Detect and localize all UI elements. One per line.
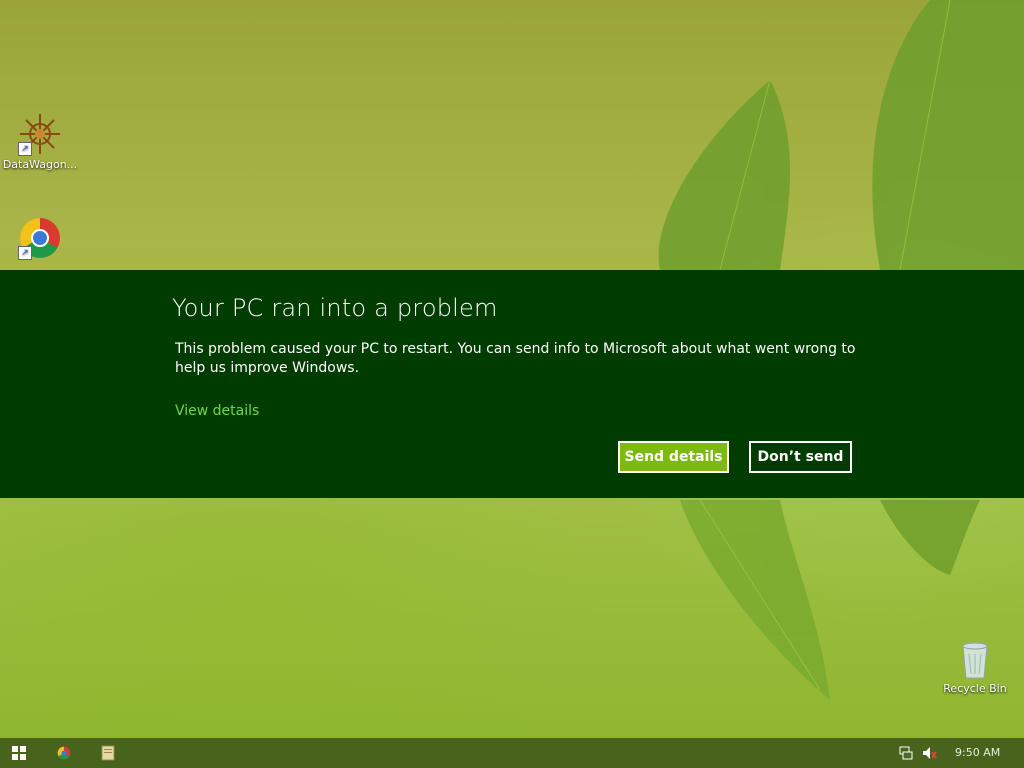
- taskbar-chrome[interactable]: [46, 738, 82, 768]
- desktop-icon-recycle-bin[interactable]: Recycle Bin: [935, 636, 1015, 695]
- view-details-link[interactable]: View details: [175, 403, 259, 419]
- desktop-icon-label: DataWagon...: [2, 158, 78, 171]
- shortcut-arrow-icon: ↗: [18, 142, 32, 156]
- file-explorer-icon: [101, 745, 115, 761]
- dont-send-button[interactable]: Don’t send: [749, 441, 852, 473]
- taskbar: 9:50 AM: [0, 738, 1024, 768]
- error-report-dialog: Your PC ran into a problem This problem …: [0, 270, 1024, 498]
- desktop-icon-datawagon[interactable]: ↗ DataWagon...: [0, 112, 80, 171]
- desktop-icon-chrome[interactable]: ↗: [0, 216, 80, 262]
- dialog-message: This problem caused your PC to restart. …: [175, 341, 856, 376]
- tray-network[interactable]: [896, 738, 916, 768]
- datawagon-icon: ↗: [18, 112, 62, 156]
- shortcut-arrow-icon: ↗: [18, 246, 32, 260]
- taskbar-file-explorer[interactable]: [90, 738, 126, 768]
- taskbar-clock[interactable]: 9:50 AM: [955, 738, 1000, 768]
- chrome-icon: [57, 746, 71, 760]
- start-icon: [12, 746, 26, 760]
- network-icon: [899, 746, 913, 760]
- chrome-icon: ↗: [18, 216, 62, 260]
- start-button[interactable]: [0, 738, 38, 768]
- send-details-button[interactable]: Send details: [618, 441, 729, 473]
- recycle-bin-icon: [953, 636, 997, 680]
- desktop-icon-label: Recycle Bin: [943, 682, 1007, 695]
- dialog-title: Your PC ran into a problem: [172, 294, 498, 322]
- tray-volume[interactable]: [920, 738, 940, 768]
- volume-muted-icon: [923, 747, 937, 759]
